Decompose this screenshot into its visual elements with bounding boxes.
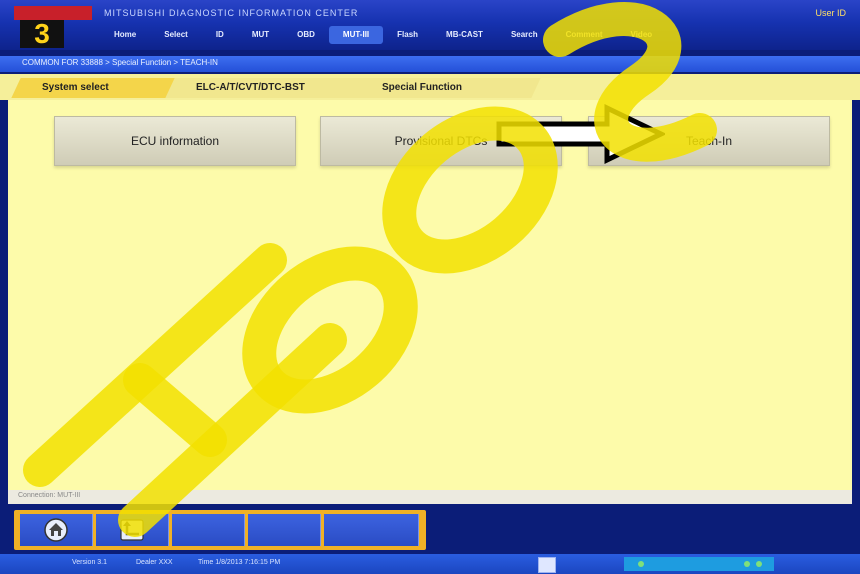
tray-icon[interactable] <box>744 561 750 567</box>
nav-id[interactable]: ID <box>202 26 238 44</box>
tool-frame <box>14 510 426 550</box>
dealer-text: Dealer XXX <box>136 559 173 566</box>
tab-label: Special Function <box>382 82 463 93</box>
bottom-toolbar <box>0 506 860 554</box>
nav-mb-cast[interactable]: MB-CAST <box>432 26 497 44</box>
system-tray[interactable] <box>624 557 774 571</box>
nav-mut-iii[interactable]: MUT-III <box>328 26 384 44</box>
status-bar: Connection: MUT-III <box>8 490 852 504</box>
right-arrow-icon <box>496 104 665 164</box>
title-bar: 3 MITSUBISHI DIAGNOSTIC INFORMATION CENT… <box>0 0 860 50</box>
nav-select[interactable]: Select <box>150 26 202 44</box>
nav-search[interactable]: Search <box>497 26 552 44</box>
tab-system-select[interactable]: System select <box>11 78 191 98</box>
nav-flash[interactable]: Flash <box>383 26 432 44</box>
home-icon <box>44 518 68 542</box>
toolbar-slot-3[interactable] <box>172 514 245 546</box>
nav-home[interactable]: Home <box>100 26 150 44</box>
breadcrumb-bar: COMMON FOR 33888 > Special Function > TE… <box>0 56 860 72</box>
nav-mut[interactable]: MUT <box>238 26 283 44</box>
toolbar-slot-4[interactable] <box>248 514 321 546</box>
function-panel: ECU information Provisional DTCs Teach-I… <box>8 100 852 490</box>
app-title: MITSUBISHI DIAGNOSTIC INFORMATION CENTER <box>104 8 359 18</box>
tray-icon[interactable] <box>756 561 762 567</box>
tab-special-function[interactable]: Special Function <box>351 78 541 98</box>
nav-comment[interactable]: Comment <box>552 26 617 44</box>
diagnostic-screen: 3 MITSUBISHI DIAGNOSTIC INFORMATION CENT… <box>0 0 860 574</box>
os-taskbar: Version 3.1 Dealer XXX Time 1/8/2013 7:1… <box>0 554 860 574</box>
toolbar-slot-5[interactable] <box>324 514 419 546</box>
nav-obd[interactable]: OBD <box>283 26 329 44</box>
user-id-label: User ID <box>815 8 846 18</box>
tab-label: System select <box>42 82 109 93</box>
nav-video[interactable]: Video <box>617 26 667 44</box>
main-nav: Home Select ID MUT OBD MUT-III Flash MB-… <box>100 26 666 44</box>
breadcrumb: COMMON FOR 33888 > Special Function > TE… <box>22 58 218 67</box>
time-text: Time 1/8/2013 7:16:15 PM <box>198 559 281 566</box>
brand-logo <box>14 6 92 20</box>
tab-label: ELC-A/T/CVT/DTC-BST <box>196 82 305 93</box>
app-logo: 3 <box>20 20 64 48</box>
tray-icon[interactable] <box>638 561 644 567</box>
tab-bar: System select ELC-A/T/CVT/DTC-BST Specia… <box>0 74 860 100</box>
back-icon <box>120 519 144 541</box>
back-button[interactable] <box>96 514 169 546</box>
version-text: Version 3.1 <box>72 559 108 566</box>
home-button[interactable] <box>20 514 93 546</box>
window-icon[interactable] <box>538 557 556 573</box>
ecu-information-button[interactable]: ECU information <box>54 116 296 166</box>
tab-elc-at[interactable]: ELC-A/T/CVT/DTC-BST <box>165 78 375 98</box>
status-text: Connection: MUT-III <box>18 492 81 499</box>
